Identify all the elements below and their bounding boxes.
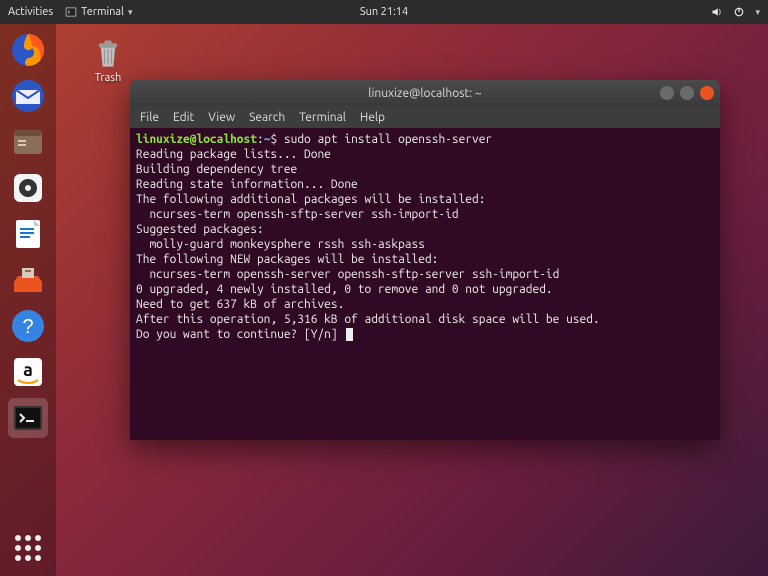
window-titlebar[interactable]: linuxize@localhost: ~ xyxy=(130,80,720,106)
thunderbird-icon xyxy=(8,76,48,116)
menu-bar: File Edit View Search Terminal Help xyxy=(130,106,720,128)
window-maximize-button[interactable] xyxy=(680,86,694,100)
window-close-button[interactable] xyxy=(700,86,714,100)
activities-button[interactable]: Activities xyxy=(8,6,53,18)
libreoffice-writer-icon xyxy=(8,214,48,254)
power-icon[interactable] xyxy=(733,6,745,18)
chevron-down-icon: ▾ xyxy=(128,7,133,18)
dock-item-help[interactable]: ? xyxy=(8,306,48,346)
dock-item-amazon[interactable]: a xyxy=(8,352,48,392)
clock[interactable]: Sun 21:14 xyxy=(360,6,408,18)
desktop-icon-trash[interactable]: Trash xyxy=(78,36,138,84)
amazon-icon: a xyxy=(8,352,48,392)
dock-item-firefox[interactable] xyxy=(8,30,48,70)
firefox-icon xyxy=(8,30,48,70)
chevron-down-icon[interactable]: ▾ xyxy=(755,7,760,18)
terminal-icon xyxy=(65,6,77,18)
window-minimize-button[interactable] xyxy=(660,86,674,100)
dock-item-terminal[interactable] xyxy=(8,398,48,438)
menu-search[interactable]: Search xyxy=(249,111,285,124)
rhythmbox-icon xyxy=(8,168,48,208)
top-bar: Activities Terminal ▾ Sun 21:14 ▾ xyxy=(0,0,768,24)
show-applications-button[interactable] xyxy=(8,528,48,568)
volume-icon[interactable] xyxy=(711,6,723,18)
svg-text:a: a xyxy=(23,360,33,380)
dock-item-software[interactable] xyxy=(8,260,48,300)
menu-terminal[interactable]: Terminal xyxy=(299,111,346,124)
window-title: linuxize@localhost: ~ xyxy=(368,87,481,100)
menu-view[interactable]: View xyxy=(208,111,235,124)
desktop-icon-label: Trash xyxy=(95,72,122,84)
dock-item-rhythmbox[interactable] xyxy=(8,168,48,208)
svg-text:?: ? xyxy=(22,316,33,338)
trash-icon xyxy=(90,36,126,72)
terminal-window: linuxize@localhost: ~ File Edit View Sea… xyxy=(130,80,720,440)
terminal-cursor xyxy=(346,328,353,341)
dock-item-thunderbird[interactable] xyxy=(8,76,48,116)
terminal-content[interactable]: linuxize@localhost:~$ sudo apt install o… xyxy=(130,128,720,440)
menu-help[interactable]: Help xyxy=(360,111,385,124)
app-menu-label: Terminal xyxy=(81,6,124,18)
help-icon: ? xyxy=(8,306,48,346)
files-icon xyxy=(8,122,48,162)
terminal-icon xyxy=(8,398,48,438)
dock-item-files[interactable] xyxy=(8,122,48,162)
dock: ? a xyxy=(0,24,56,576)
dock-item-writer[interactable] xyxy=(8,214,48,254)
app-menu[interactable]: Terminal ▾ xyxy=(65,6,132,18)
menu-file[interactable]: File xyxy=(140,111,159,124)
menu-edit[interactable]: Edit xyxy=(173,111,194,124)
software-icon xyxy=(8,260,48,300)
